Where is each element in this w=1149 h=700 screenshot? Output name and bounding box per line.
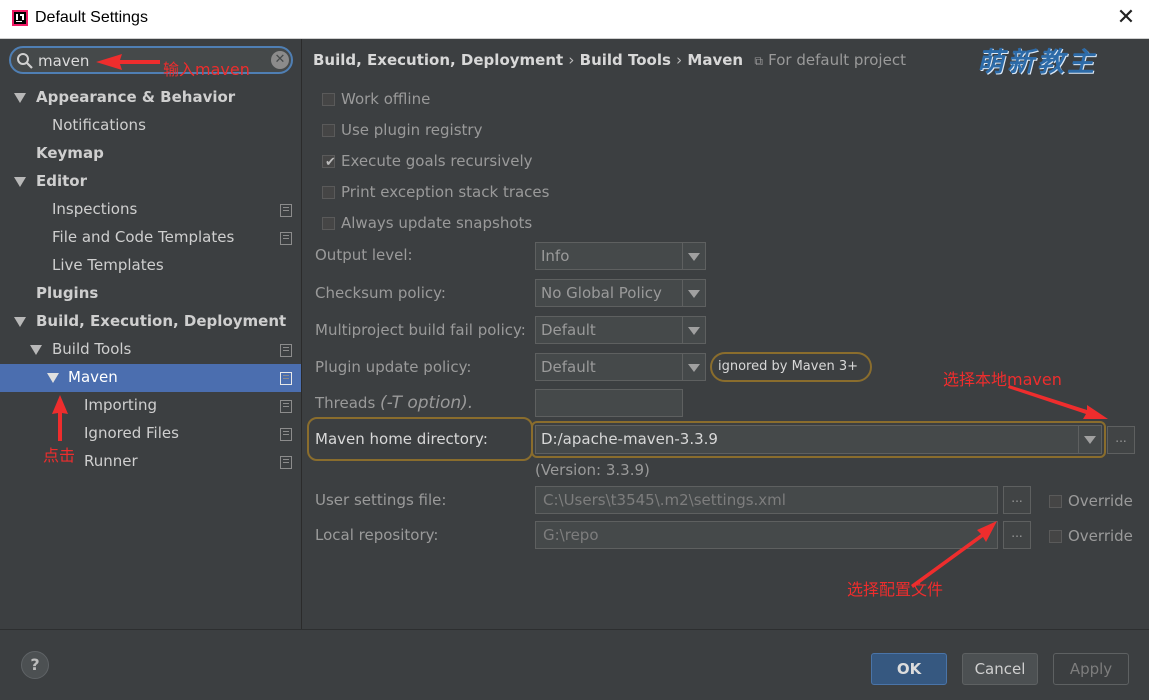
annotation-arrows	[52, 54, 1108, 588]
annotation-select-local-maven: 选择本地maven	[943, 370, 1062, 389]
annotation-click: 点击	[43, 446, 76, 465]
annotation-select-config: 选择配置文件	[847, 580, 944, 599]
annotation-input-maven: 输入maven	[163, 60, 250, 79]
annotation-arrow	[52, 395, 68, 441]
annotation-arrow	[96, 54, 160, 70]
annotation-arrow	[1008, 385, 1108, 419]
